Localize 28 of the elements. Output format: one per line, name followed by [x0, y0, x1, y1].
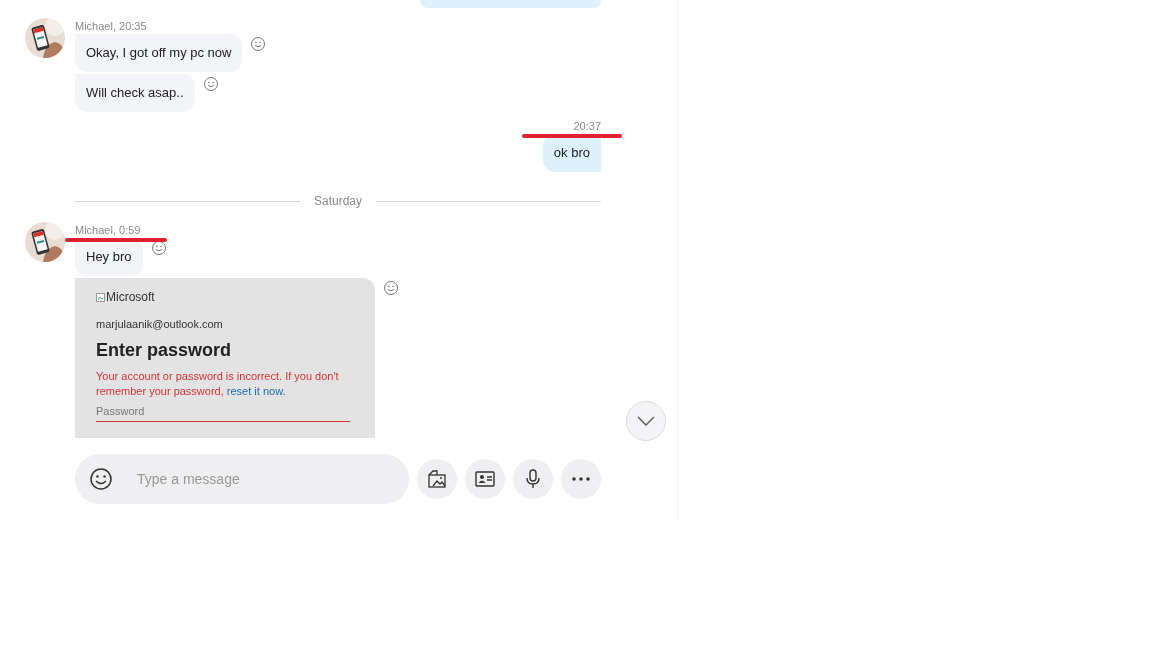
more-icon [571, 476, 591, 482]
avatar[interactable] [25, 222, 65, 262]
emoji-icon[interactable] [150, 240, 167, 256]
message-meta: 20:37 [573, 119, 601, 134]
message-meta: Michael, 20:35 [75, 19, 147, 34]
error-message: Your account or password is incorrect. If you don't remember your password, reset it now. [96, 369, 340, 399]
password-field: Password [96, 405, 350, 422]
message-bubble[interactable]: Will check asap.. [75, 74, 195, 112]
broken-image-icon [96, 292, 105, 302]
message-bubble[interactable]: Okay, I got off my pc now [75, 34, 243, 72]
media-button[interactable] [417, 459, 457, 499]
more-button[interactable] [561, 459, 601, 499]
avatar[interactable] [25, 18, 65, 58]
screenshot-card[interactable]: Microsoft marjulaanik@outlook.com Enter password Your account or password is incorrect. If you don't remember your password, reset it now. Password [75, 278, 375, 438]
account-email: marjulaanik@outlook.com [96, 318, 224, 330]
broken-image-alt-text: Microsoft [96, 290, 354, 304]
login-heading: Enter password [96, 340, 233, 361]
message-meta: Michael, 0:59 [75, 223, 141, 238]
image-icon [426, 468, 448, 490]
microphone-button[interactable] [513, 459, 553, 499]
contact-card-icon [474, 468, 496, 490]
chevron-down-icon [637, 416, 655, 426]
date-separator: Saturday [314, 194, 362, 208]
emoji-icon[interactable] [89, 467, 113, 491]
contact-button[interactable] [465, 459, 505, 499]
message-field[interactable]: Type a message [75, 454, 409, 504]
message-input[interactable]: Type a message [135, 470, 379, 488]
reset-link[interactable]: reset it now. [226, 385, 286, 397]
